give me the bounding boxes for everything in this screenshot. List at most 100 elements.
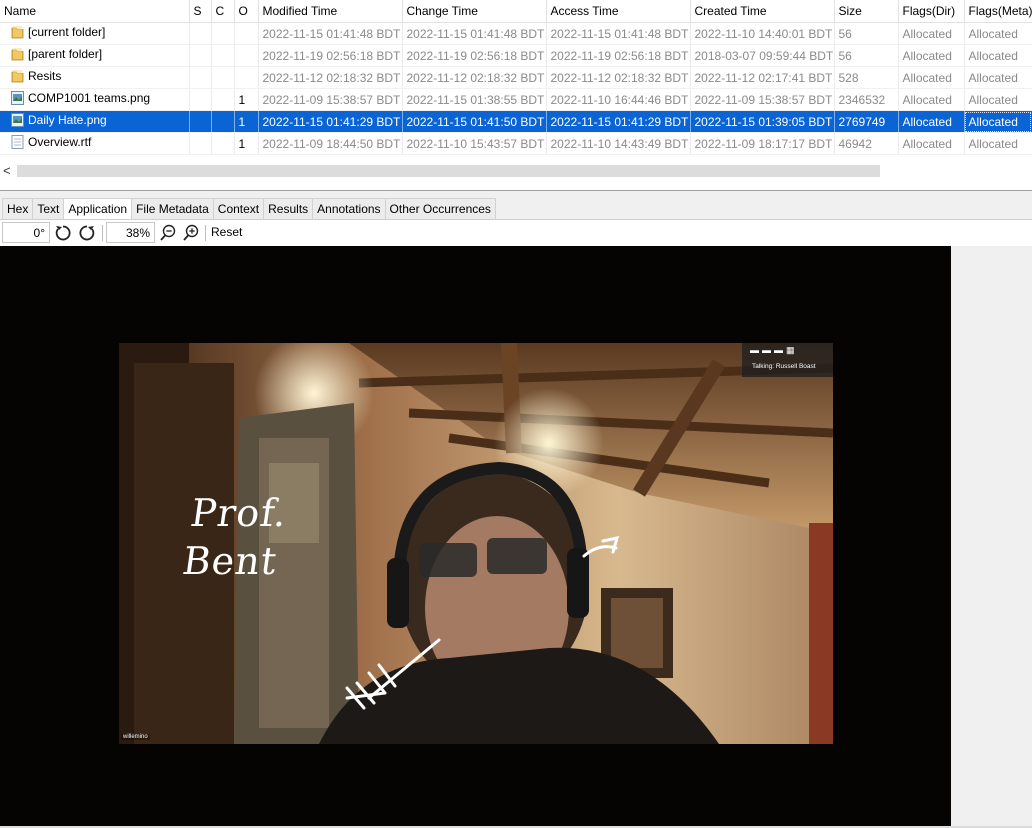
modified-time-cell[interactable]: 2022-11-19 02:56:18 BDT: [258, 44, 403, 67]
column-header-flags-meta[interactable]: Flags(Meta): [964, 0, 1032, 23]
column-header-size[interactable]: Size: [834, 0, 899, 23]
flags-meta-cell[interactable]: Allocated: [964, 22, 1032, 45]
flag-s-cell[interactable]: [189, 22, 212, 45]
column-header-flags-dir[interactable]: Flags(Dir): [898, 0, 965, 23]
flag-c-cell[interactable]: [211, 22, 235, 45]
change-time-cell[interactable]: 2022-11-10 15:43:57 BDT: [402, 132, 547, 155]
size-cell[interactable]: 56: [834, 44, 899, 67]
access-time-cell[interactable]: 2022-11-15 01:41:29 BDT: [546, 110, 691, 133]
change-time-cell[interactable]: 2022-11-19 02:56:18 BDT: [402, 44, 547, 67]
name-cell[interactable]: Resits: [0, 66, 190, 89]
access-time-cell[interactable]: 2022-11-10 14:43:49 BDT: [546, 132, 691, 155]
flag-o-cell[interactable]: 1: [234, 88, 259, 111]
access-time-cell[interactable]: 2022-11-15 01:41:48 BDT: [546, 22, 691, 45]
flag-c-cell[interactable]: [211, 66, 235, 89]
size-cell[interactable]: 2769749: [834, 110, 899, 133]
change-time-cell[interactable]: 2022-11-12 02:18:32 BDT: [402, 66, 547, 89]
modified-time-cell[interactable]: 2022-11-12 02:18:32 BDT: [258, 66, 403, 89]
flags-meta-cell[interactable]: Allocated: [964, 66, 1032, 89]
name-cell[interactable]: [parent folder]: [0, 44, 190, 67]
tab-results[interactable]: Results: [263, 198, 313, 220]
name-cell[interactable]: Daily Hate.png: [0, 110, 190, 133]
flags-dir-cell[interactable]: Allocated: [898, 22, 965, 45]
created-time-cell[interactable]: 2018-03-07 09:59:44 BDT: [690, 44, 835, 67]
reset-button[interactable]: Reset: [211, 225, 242, 239]
column-header-c[interactable]: C: [211, 0, 235, 23]
name-cell[interactable]: Overview.rtf: [0, 132, 190, 155]
tab-file-metadata[interactable]: File Metadata: [131, 198, 213, 220]
column-header-access-time[interactable]: Access Time: [546, 0, 691, 23]
tab-annotations[interactable]: Annotations: [312, 198, 385, 220]
zoom-level-field[interactable]: 38%: [106, 222, 155, 243]
column-header-o[interactable]: O: [234, 0, 259, 23]
flags-meta-cell[interactable]: Allocated: [964, 132, 1032, 155]
table-row[interactable]: Daily Hate.png 1 2022-11-15 01:41:29 BDT 20…: [0, 110, 1032, 133]
size-cell[interactable]: 2346532: [834, 88, 899, 111]
flag-c-cell[interactable]: [211, 44, 235, 67]
created-time-cell[interactable]: 2022-11-15 01:39:05 BDT: [690, 110, 835, 133]
modified-time-cell[interactable]: 2022-11-15 01:41:48 BDT: [258, 22, 403, 45]
modified-time-cell[interactable]: 2022-11-09 18:44:50 BDT: [258, 132, 403, 155]
change-time-cell[interactable]: 2022-11-15 01:41:48 BDT: [402, 22, 547, 45]
column-header-modified-time[interactable]: Modified Time: [258, 0, 403, 23]
change-time-cell[interactable]: 2022-11-15 01:38:55 BDT: [402, 88, 547, 111]
size-cell[interactable]: 528: [834, 66, 899, 89]
zoom-out-icon[interactable]: [158, 223, 178, 243]
flags-dir-cell[interactable]: Allocated: [898, 132, 965, 155]
modified-time-cell[interactable]: 2022-11-15 01:41:29 BDT: [258, 110, 403, 133]
column-header-change-time[interactable]: Change Time: [402, 0, 547, 23]
table-row[interactable]: Resits 2022-11-12 02:18:32 BDT 2022-11-12 …: [0, 66, 1032, 89]
tab-text[interactable]: Text: [32, 198, 64, 220]
size-cell[interactable]: 46942: [834, 132, 899, 155]
tab-hex[interactable]: Hex: [2, 198, 33, 220]
flags-dir-cell[interactable]: Allocated: [898, 88, 965, 111]
table-row[interactable]: Overview.rtf 1 2022-11-09 18:44:50 BDT 2022…: [0, 132, 1032, 155]
tab-application[interactable]: Application: [63, 198, 132, 220]
column-header-created-time[interactable]: Created Time: [690, 0, 835, 23]
flag-o-cell[interactable]: 1: [234, 132, 259, 155]
scroll-left-icon[interactable]: <: [3, 163, 11, 178]
flag-s-cell[interactable]: [189, 44, 212, 67]
flag-o-cell[interactable]: [234, 22, 259, 45]
flag-c-cell[interactable]: [211, 88, 235, 111]
column-header-name[interactable]: Name: [0, 0, 190, 23]
image-viewer[interactable]: Prof. Bent ▬▬▬▦ Talking: Russell Boast w…: [0, 246, 951, 826]
flags-meta-cell[interactable]: Allocated: [964, 44, 1032, 67]
flag-s-cell[interactable]: [189, 110, 212, 133]
flag-o-cell[interactable]: [234, 44, 259, 67]
flag-s-cell[interactable]: [189, 66, 212, 89]
column-header-s[interactable]: S: [189, 0, 212, 23]
name-cell[interactable]: COMP1001 teams.png: [0, 88, 190, 111]
created-time-cell[interactable]: 2022-11-12 02:17:41 BDT: [690, 66, 835, 89]
zoom-in-icon[interactable]: [181, 223, 201, 243]
size-cell[interactable]: 56: [834, 22, 899, 45]
access-time-cell[interactable]: 2022-11-12 02:18:32 BDT: [546, 66, 691, 89]
flags-dir-cell[interactable]: Allocated: [898, 44, 965, 67]
name-cell[interactable]: [current folder]: [0, 22, 190, 45]
flag-c-cell[interactable]: [211, 110, 235, 133]
flag-o-cell[interactable]: 1: [234, 110, 259, 133]
flags-dir-cell[interactable]: Allocated: [898, 110, 965, 133]
access-time-cell[interactable]: 2022-11-10 16:44:46 BDT: [546, 88, 691, 111]
modified-time-cell[interactable]: 2022-11-09 15:38:57 BDT: [258, 88, 403, 111]
flag-o-cell[interactable]: [234, 66, 259, 89]
table-row[interactable]: [current folder] 2022-11-15 01:41:48 BDT 2…: [0, 22, 1032, 45]
panel-splitter[interactable]: [0, 190, 1032, 191]
rotate-left-icon[interactable]: [53, 223, 73, 243]
created-time-cell[interactable]: 2022-11-09 15:38:57 BDT: [690, 88, 835, 111]
table-row[interactable]: [parent folder] 2022-11-19 02:56:18 BDT 20…: [0, 44, 1032, 67]
tab-other-occurrences[interactable]: Other Occurrences: [384, 198, 496, 220]
flag-s-cell[interactable]: [189, 132, 212, 155]
created-time-cell[interactable]: 2022-11-10 14:40:01 BDT: [690, 22, 835, 45]
flags-meta-cell[interactable]: Allocated: [964, 110, 1032, 133]
scrollbar-thumb[interactable]: [17, 165, 880, 177]
rotation-field[interactable]: 0°: [2, 222, 50, 243]
flags-meta-cell[interactable]: Allocated: [964, 88, 1032, 111]
access-time-cell[interactable]: 2022-11-19 02:56:18 BDT: [546, 44, 691, 67]
created-time-cell[interactable]: 2022-11-09 18:17:17 BDT: [690, 132, 835, 155]
horizontal-scrollbar[interactable]: <: [0, 162, 1032, 179]
flag-s-cell[interactable]: [189, 88, 212, 111]
change-time-cell[interactable]: 2022-11-15 01:41:50 BDT: [402, 110, 547, 133]
flag-c-cell[interactable]: [211, 132, 235, 155]
flags-dir-cell[interactable]: Allocated: [898, 66, 965, 89]
